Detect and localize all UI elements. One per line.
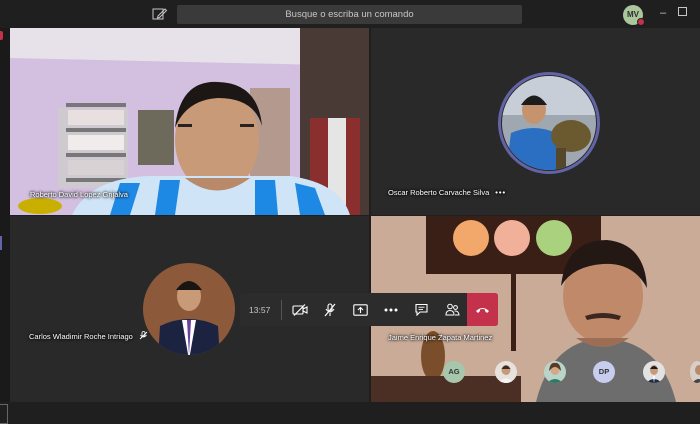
participant-video-1: [10, 28, 369, 215]
participant-name-2-text: Oscar Roberto Carvache Silva: [388, 188, 490, 197]
participant-name-3: Carlos Wladimir Roche Intriago: [29, 331, 148, 341]
muted-mic-icon: [139, 331, 148, 340]
share-screen-button[interactable]: [345, 293, 376, 326]
search-input[interactable]: Busque o escriba un comando: [177, 5, 522, 24]
participants-button[interactable]: [437, 293, 468, 326]
ellipsis-icon: [384, 308, 398, 311]
camera-toggle-button[interactable]: [284, 293, 315, 326]
user-avatar[interactable]: MV: [623, 5, 645, 26]
camera-off-icon: [292, 303, 308, 316]
hang-up-icon: [476, 307, 490, 313]
divider: [281, 299, 283, 320]
presence-busy-icon: [637, 18, 645, 26]
video-tile-2[interactable]: Oscar Roberto Carvache Silva •••: [371, 28, 700, 215]
participant-name-1: Roberto David Lopez Grijalva: [30, 190, 128, 199]
participant-name-3-text: Carlos Wladimir Roche Intriago: [29, 332, 133, 341]
video-tile-1[interactable]: Roberto David Lopez Grijalva: [10, 28, 369, 215]
roster-avatar-photo-4[interactable]: [690, 361, 700, 383]
new-chat-icon[interactable]: [152, 7, 168, 21]
roster-avatar-dp[interactable]: DP: [593, 361, 615, 383]
participant-avatar-2: [498, 72, 600, 174]
more-actions-button[interactable]: [376, 293, 407, 326]
hang-up-button[interactable]: [467, 293, 498, 326]
roster-initials: DP: [598, 367, 610, 376]
user-initials: MV: [627, 10, 639, 19]
roster-avatar-photo-1[interactable]: [495, 361, 517, 383]
title-bar: Busque o escriba un comando MV –: [0, 0, 700, 28]
minimize-icon[interactable]: –: [656, 6, 670, 20]
mic-toggle-button[interactable]: [315, 293, 346, 326]
call-timer: 13:57: [249, 304, 271, 315]
notification-badge: [0, 31, 3, 40]
app-rail: [0, 28, 10, 424]
call-control-bar: 13:57: [240, 293, 498, 326]
roster-initials: AG: [448, 367, 460, 376]
participant-name-4: Jaime Enrique Zapata Martinez: [388, 333, 493, 342]
chat-icon: [415, 303, 428, 316]
maximize-icon[interactable]: [675, 6, 689, 20]
active-app-indicator: [0, 236, 2, 250]
participant-name-2: Oscar Roberto Carvache Silva •••: [388, 188, 506, 197]
mic-off-icon: [324, 302, 336, 316]
more-options-icon[interactable]: •••: [495, 188, 506, 197]
roster-avatar-photo-2[interactable]: [544, 361, 566, 383]
chat-button[interactable]: [406, 293, 437, 326]
share-screen-icon: [353, 303, 368, 316]
people-icon: [445, 303, 460, 316]
rail-bottom-button[interactable]: [0, 404, 8, 424]
roster-avatar-ag[interactable]: AG: [443, 361, 465, 383]
roster-avatar-photo-3[interactable]: [643, 361, 665, 383]
